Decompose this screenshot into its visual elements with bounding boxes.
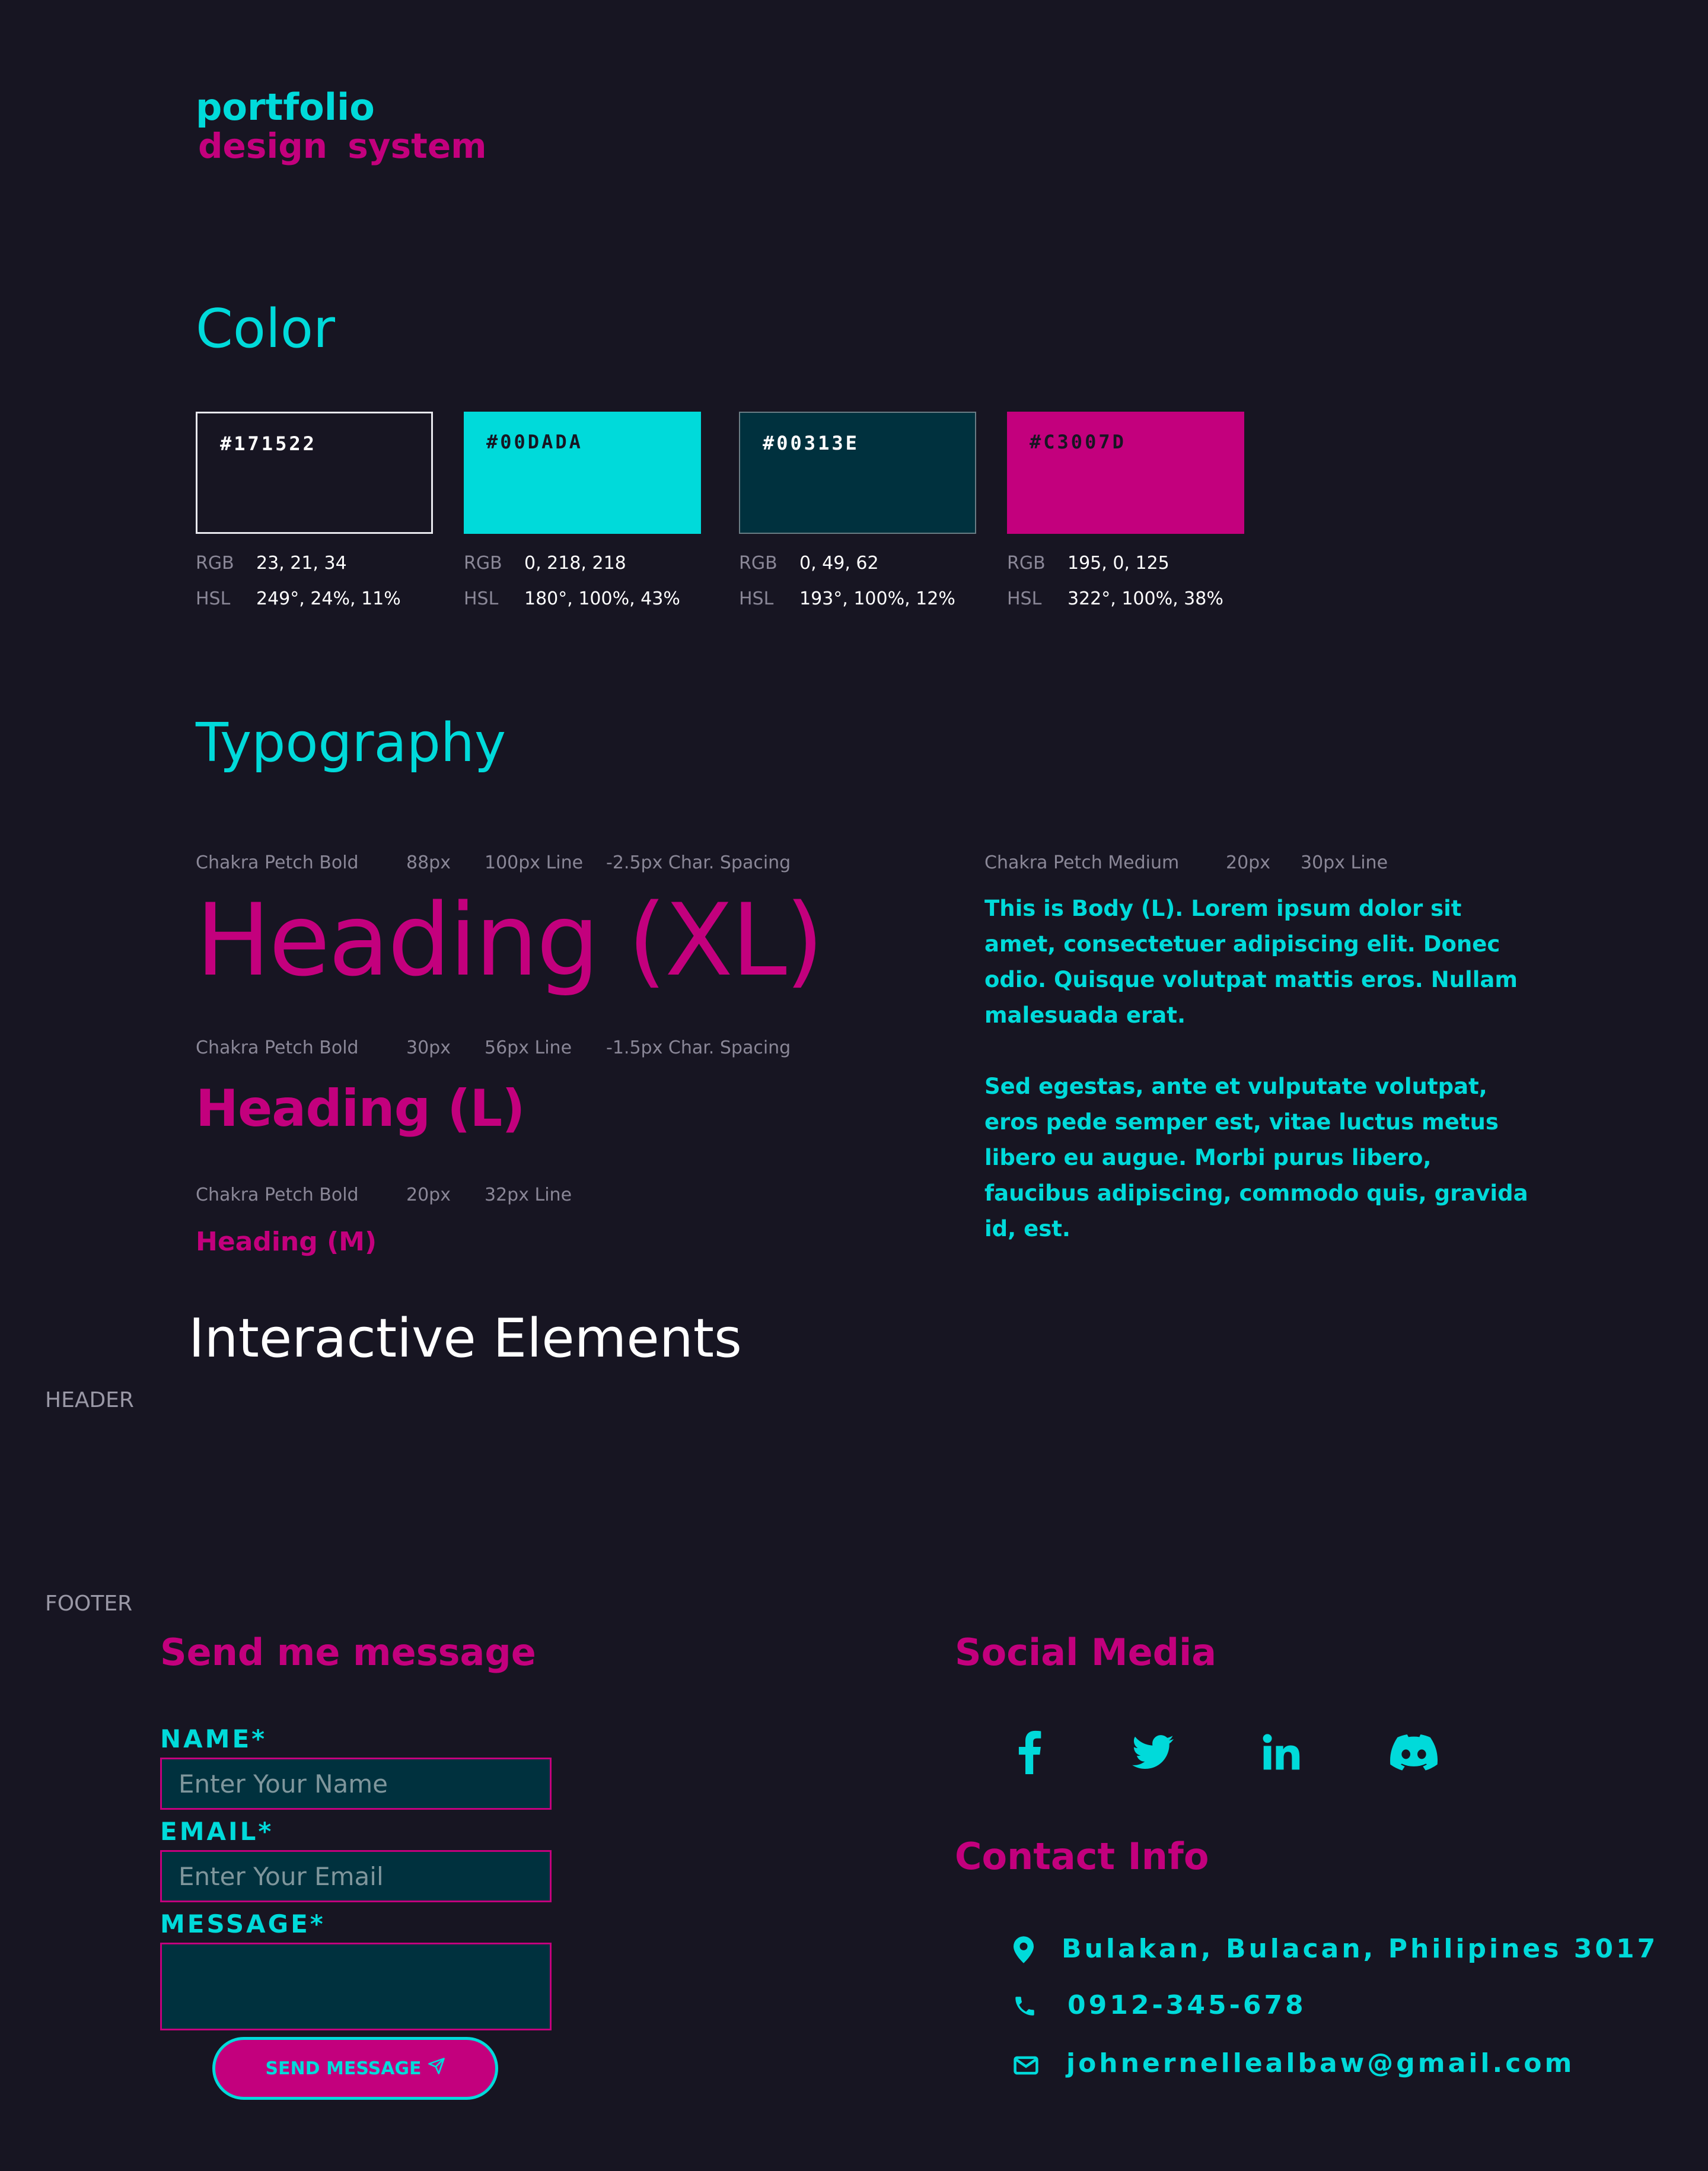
spec-font: Chakra Petch Bold <box>196 852 359 873</box>
message-textarea[interactable] <box>160 1943 552 2030</box>
email-label: EMAIL* <box>160 1817 274 1846</box>
contact-address: Bulakan, Bulacan, Philipines 3017 <box>1062 1934 1659 1964</box>
hsl-label: HSL <box>464 588 499 609</box>
spec-line: 56px Line <box>485 1037 572 1058</box>
spec-font: Chakra Petch Bold <box>196 1037 359 1058</box>
rgb-label: RGB <box>196 553 234 574</box>
logo-design-system: design system <box>198 126 487 166</box>
hsl-value: 249°, 24%, 11% <box>256 588 401 609</box>
social-media-title: Social Media <box>955 1631 1217 1674</box>
spec-line: 100px Line <box>485 852 584 873</box>
contact-info-title: Contact Info <box>955 1835 1209 1878</box>
hsl-value: 180°, 100%, 43% <box>524 588 680 609</box>
send-message-label: SEND MESSAGE <box>265 2058 422 2079</box>
spec-font: Chakra Petch Medium <box>984 852 1180 873</box>
interactive-section-title: Interactive Elements <box>189 1307 742 1370</box>
send-message-button[interactable]: SEND MESSAGE <box>212 2037 498 2100</box>
rgb-value: 23, 21, 34 <box>256 553 347 574</box>
hsl-value: 322°, 100%, 38% <box>1068 588 1223 609</box>
hsl-label: HSL <box>196 588 231 609</box>
spec-line: 32px Line <box>485 1185 572 1205</box>
swatch-hex: #171522 <box>220 432 317 455</box>
spec-spacing: -1.5px Char. Spacing <box>606 1037 791 1058</box>
spec-size: 30px <box>406 1037 451 1058</box>
hsl-label: HSL <box>739 588 774 609</box>
swatch-hex: #00DADA <box>486 431 583 453</box>
header-label: HEADER <box>45 1388 134 1412</box>
location-pin-icon <box>1009 1936 1038 1964</box>
envelope-icon <box>1012 2051 1040 2080</box>
logo-portfolio: portfolio <box>196 85 375 129</box>
swatch-magenta: #C3007D <box>1007 412 1244 534</box>
spec-size: 20px <box>406 1185 451 1205</box>
rgb-label: RGB <box>464 553 502 574</box>
rgb-value: 0, 218, 218 <box>524 553 626 574</box>
heading-m-sample: Heading (M) <box>196 1227 377 1257</box>
discord-icon[interactable] <box>1390 1728 1438 1776</box>
heading-xl-sample: Heading (XL) <box>196 882 824 998</box>
paper-plane-icon <box>428 2057 445 2080</box>
body-paragraph-2: Sed egestas, ante et vulputate volutpat,… <box>984 1074 1528 1242</box>
contact-phone: 0912-345-678 <box>1068 1990 1307 2020</box>
contact-email: johnernellealbaw@gmail.com <box>1066 2048 1575 2078</box>
spec-font: Chakra Petch Bold <box>196 1185 359 1205</box>
spec-spacing: -2.5px Char. Spacing <box>606 852 791 873</box>
swatch-bg: #171522 <box>196 412 433 534</box>
swatch-dark-teal: #00313E <box>739 412 976 534</box>
linkedin-icon[interactable] <box>1257 1728 1305 1776</box>
heading-l-sample: Heading (L) <box>196 1079 525 1138</box>
name-label: NAME* <box>160 1724 267 1753</box>
swatch-hex: #C3007D <box>1030 431 1126 453</box>
email-input[interactable] <box>160 1850 552 1902</box>
name-input[interactable] <box>160 1758 552 1810</box>
message-label: MESSAGE* <box>160 1909 326 1938</box>
swatch-cyan: #00DADA <box>464 412 701 534</box>
twitter-icon[interactable] <box>1129 1728 1177 1776</box>
rgb-label: RGB <box>739 553 777 574</box>
hsl-label: HSL <box>1007 588 1042 609</box>
rgb-value: 195, 0, 125 <box>1068 553 1170 574</box>
hsl-value: 193°, 100%, 12% <box>799 588 955 609</box>
facebook-icon[interactable] <box>1006 1728 1053 1776</box>
body-paragraph-1: This is Body (L). Lorem ipsum dolor sit … <box>984 896 1518 1028</box>
typography-section-title: Typography <box>196 712 506 774</box>
footer-label: FOOTER <box>45 1591 133 1616</box>
swatch-hex: #00313E <box>763 432 859 454</box>
spec-size: 88px <box>406 852 451 873</box>
spec-line: 30px Line <box>1301 852 1388 873</box>
color-section-title: Color <box>196 298 335 360</box>
rgb-value: 0, 49, 62 <box>799 553 879 574</box>
form-title: Send me message <box>160 1631 536 1674</box>
spec-size: 20px <box>1226 852 1270 873</box>
rgb-label: RGB <box>1007 553 1046 574</box>
phone-icon <box>1011 1992 1039 2020</box>
